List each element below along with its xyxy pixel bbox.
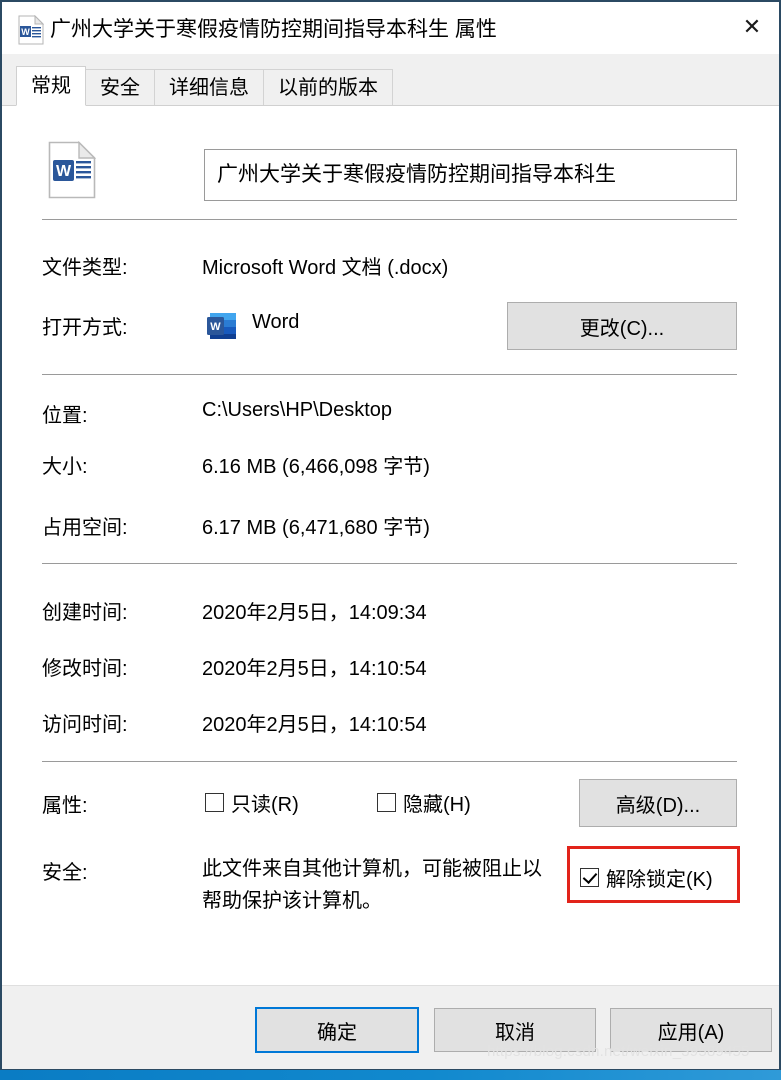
filename-value: 广州大学关于寒假疫情防控期间指导本科生 (217, 163, 616, 186)
label-opens-with: 打开方式: (42, 317, 128, 339)
word-document-icon: W (48, 140, 97, 199)
window-title: 广州大学关于寒假疫情防控期间指导本科生 属性 (50, 18, 497, 41)
security-text-line2: 帮助保护该计算机。 (202, 890, 382, 912)
value-created: 2020年2月5日，14:09:34 (202, 602, 427, 624)
hidden-label: 隐藏(H) (403, 794, 471, 816)
svg-text:W: W (210, 321, 221, 333)
label-size-on-disk: 占用空间: (42, 517, 128, 539)
value-accessed: 2020年2月5日，14:10:54 (202, 714, 427, 736)
title-bar: W 广州大学关于寒假疫情防控期间指导本科生 属性 ✕ (2, 2, 779, 54)
dialog-footer: 确定 取消 应用(A) (2, 985, 779, 1069)
readonly-label: 只读(R) (231, 794, 299, 816)
label-location: 位置: (42, 405, 88, 427)
value-modified: 2020年2月5日，14:10:54 (202, 658, 427, 680)
hidden-checkbox[interactable]: 隐藏(H) (377, 788, 471, 817)
close-icon: ✕ (742, 15, 762, 40)
checkbox-box (377, 793, 396, 812)
label-security: 安全: (42, 862, 88, 884)
svg-text:W: W (56, 163, 72, 180)
label-file-type: 文件类型: (42, 257, 128, 279)
label-size: 大小: (42, 456, 88, 478)
apply-button[interactable]: 应用(A) (610, 1008, 772, 1052)
unblock-label: 解除锁定(K) (606, 869, 713, 891)
value-file-type: Microsoft Word 文档 (.docx) (202, 257, 449, 279)
value-opens-with: Word (252, 311, 300, 333)
label-attributes: 属性: (42, 795, 88, 817)
tab-details[interactable]: 详细信息 (154, 69, 264, 106)
unblock-checkbox[interactable]: 解除锁定(K) (580, 863, 713, 892)
tab-strip: 常规 安全 详细信息 以前的版本 (2, 54, 779, 106)
divider-4 (42, 761, 737, 762)
divider-1 (42, 219, 737, 220)
tab-general[interactable]: 常规 (16, 66, 86, 106)
svg-text:W: W (21, 27, 30, 37)
checkbox-box (205, 793, 224, 812)
label-modified: 修改时间: (42, 658, 128, 680)
value-location: C:\Users\HP\Desktop (202, 399, 393, 421)
checkbox-box (580, 868, 599, 887)
advanced-button[interactable]: 高级(D)... (579, 779, 737, 827)
ok-button[interactable]: 确定 (255, 1007, 419, 1053)
cancel-button[interactable]: 取消 (434, 1008, 596, 1052)
change-button[interactable]: 更改(C)... (507, 302, 737, 350)
close-button[interactable]: ✕ (725, 2, 779, 54)
security-description: 此文件来自其他计算机，可能被阻止以 帮助保护该计算机。 (202, 853, 572, 917)
tab-security[interactable]: 安全 (85, 69, 155, 106)
value-size-on-disk: 6.17 MB (6,471,680 字节) (202, 517, 430, 539)
label-accessed: 访问时间: (42, 714, 128, 736)
security-text-line1: 此文件来自其他计算机，可能被阻止以 (202, 858, 542, 880)
general-tab-panel: W 广州大学关于寒假疫情防控期间指导本科生 文件类型: Microsoft Wo… (2, 105, 779, 986)
word-app-icon: W (206, 309, 240, 343)
filename-input[interactable]: 广州大学关于寒假疫情防控期间指导本科生 (204, 149, 737, 201)
properties-dialog: W 广州大学关于寒假疫情防控期间指导本科生 属性 ✕ 常规 安全 详细信息 以前… (0, 0, 781, 1080)
value-size: 6.16 MB (6,466,098 字节) (202, 456, 430, 478)
taskbar-strip (0, 1070, 781, 1080)
readonly-checkbox[interactable]: 只读(R) (205, 788, 299, 817)
divider-2 (42, 374, 737, 375)
tab-previous-versions[interactable]: 以前的版本 (263, 69, 393, 106)
divider-3 (42, 563, 737, 564)
label-created: 创建时间: (42, 602, 128, 624)
word-document-icon: W (18, 14, 45, 45)
